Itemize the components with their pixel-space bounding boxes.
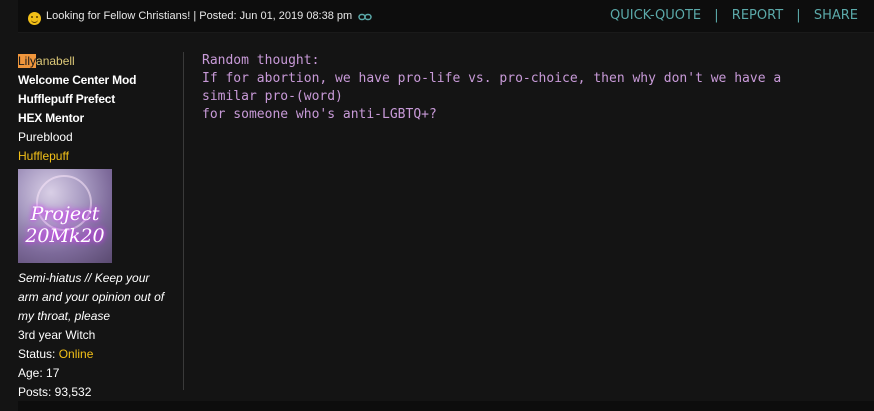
share-link[interactable]: SHARE xyxy=(814,8,858,23)
author-age: Age: 17 xyxy=(18,366,60,380)
posted-date: Jun 01, 2019 08:38 pm xyxy=(239,10,353,22)
posted-label: Posted: xyxy=(199,10,237,22)
report-link[interactable]: REPORT xyxy=(732,8,783,23)
post-footer-bar xyxy=(18,401,874,411)
message-line: Random thought: xyxy=(202,53,320,68)
quick-quote-link[interactable]: QUICK-QUOTE xyxy=(610,8,701,23)
author-role: Hufflepuff Prefect xyxy=(18,92,116,106)
link-icon[interactable] xyxy=(358,12,372,21)
post-header: Looking for Fellow Christians! | Posted:… xyxy=(18,0,874,33)
author-post-count: Posts: 93,532 xyxy=(18,385,92,399)
avatar-text-line2: 20Mk20 xyxy=(25,225,105,247)
column-divider xyxy=(183,52,184,390)
status-label: Status: xyxy=(18,347,59,361)
message-line: for someone who's anti-LGBTQ+? xyxy=(202,107,437,122)
author-role: HEX Mentor xyxy=(18,111,85,125)
author-blood-status: Pureblood xyxy=(18,130,73,144)
status-value: Online xyxy=(58,347,94,361)
message-line: If for abortion, we have pro-life vs. pr… xyxy=(202,71,782,104)
thread-title[interactable]: Looking for Fellow Christians! xyxy=(46,10,190,22)
smiley-icon xyxy=(28,12,41,25)
post-actions: QUICK-QUOTE | REPORT | SHARE xyxy=(610,8,858,23)
author-username[interactable]: Lilyanabell xyxy=(18,52,178,71)
author-tagline: Semi-hiatus // Keep your arm and your op… xyxy=(18,271,165,323)
author-status: Status: Online xyxy=(18,345,178,364)
forum-post: Looking for Fellow Christians! | Posted:… xyxy=(0,0,874,411)
author-house: Hufflepuff xyxy=(18,149,69,163)
username-highlight[interactable]: Lily xyxy=(18,54,37,68)
author-sidebar: Lilyanabell Welcome Center Mod Hufflepuf… xyxy=(18,52,178,402)
post-meta: Looking for Fellow Christians! | Posted:… xyxy=(46,10,372,22)
avatar: Project 20Mk20 xyxy=(18,169,112,263)
author-year: 3rd year Witch xyxy=(18,328,96,342)
author-role: Welcome Center Mod xyxy=(18,73,137,87)
post-body: Random thought: If for abortion, we have… xyxy=(202,52,842,124)
avatar-text-line1: Project xyxy=(30,203,100,225)
username-rest[interactable]: anabell xyxy=(36,54,75,68)
